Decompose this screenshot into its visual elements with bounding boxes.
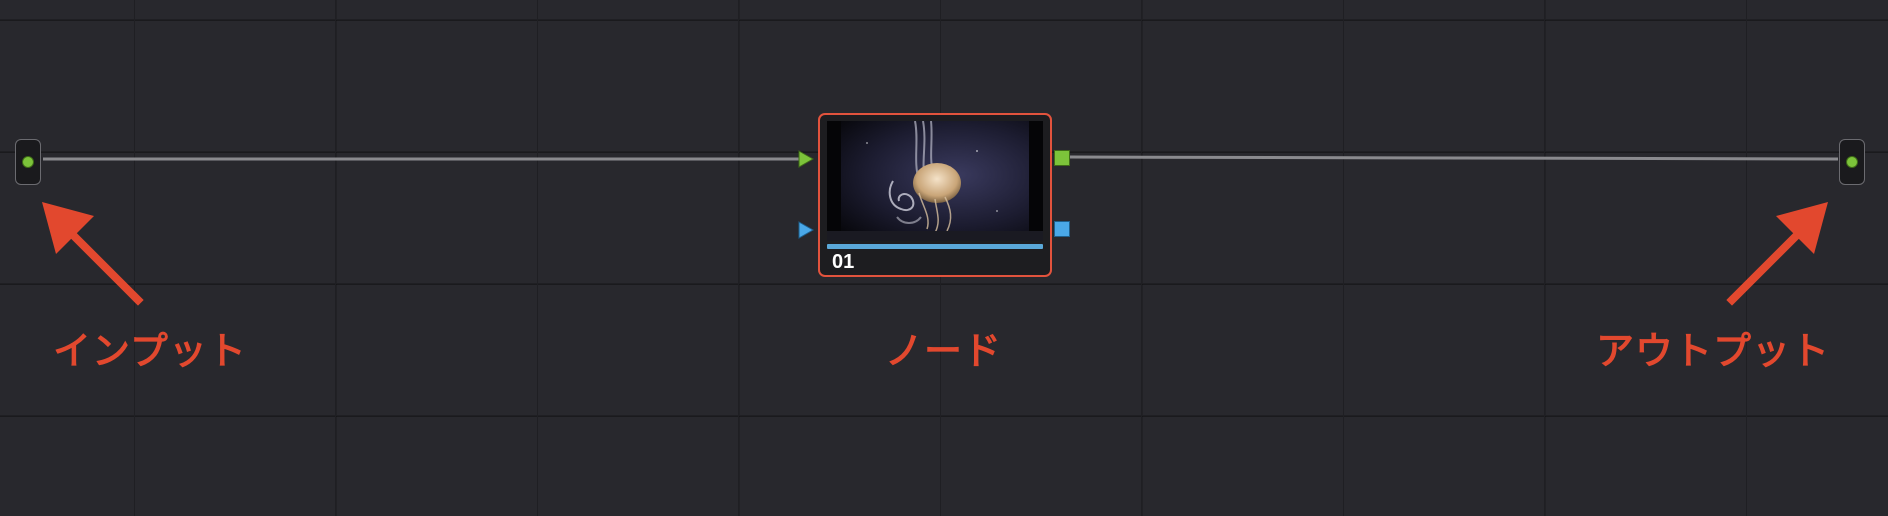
- alpha-input-port[interactable]: [797, 221, 815, 239]
- node-thumbnail: [827, 121, 1043, 241]
- green-dot-icon: [1846, 156, 1858, 168]
- input-annotation-arrow: [42, 202, 144, 306]
- alpha-output-port[interactable]: [1054, 221, 1070, 237]
- node-label: 01: [832, 251, 855, 273]
- rgb-input-port[interactable]: [797, 150, 815, 168]
- node-annotation-label: ノード: [885, 329, 1003, 373]
- output-annotation-label: アウトプット: [1596, 329, 1831, 373]
- node-progress-bar: [827, 244, 1043, 249]
- output-annotation-arrow: [1726, 202, 1828, 306]
- output-wire[interactable]: [1069, 155, 1839, 161]
- input-annotation-label: インプット: [53, 329, 247, 373]
- source-input-endpoint[interactable]: [15, 139, 41, 185]
- blue-triangle-icon: [798, 221, 815, 239]
- green-triangle-icon: [798, 150, 815, 168]
- jellyfish-thumbnail: [827, 121, 1043, 241]
- node-graph-canvas[interactable]: 01 インプット ノード アウトプット: [0, 0, 1888, 516]
- green-dot-icon: [22, 156, 34, 168]
- output-endpoint[interactable]: [1839, 139, 1865, 185]
- corrector-node-01[interactable]: 01: [818, 113, 1052, 277]
- rgb-output-port[interactable]: [1054, 150, 1070, 166]
